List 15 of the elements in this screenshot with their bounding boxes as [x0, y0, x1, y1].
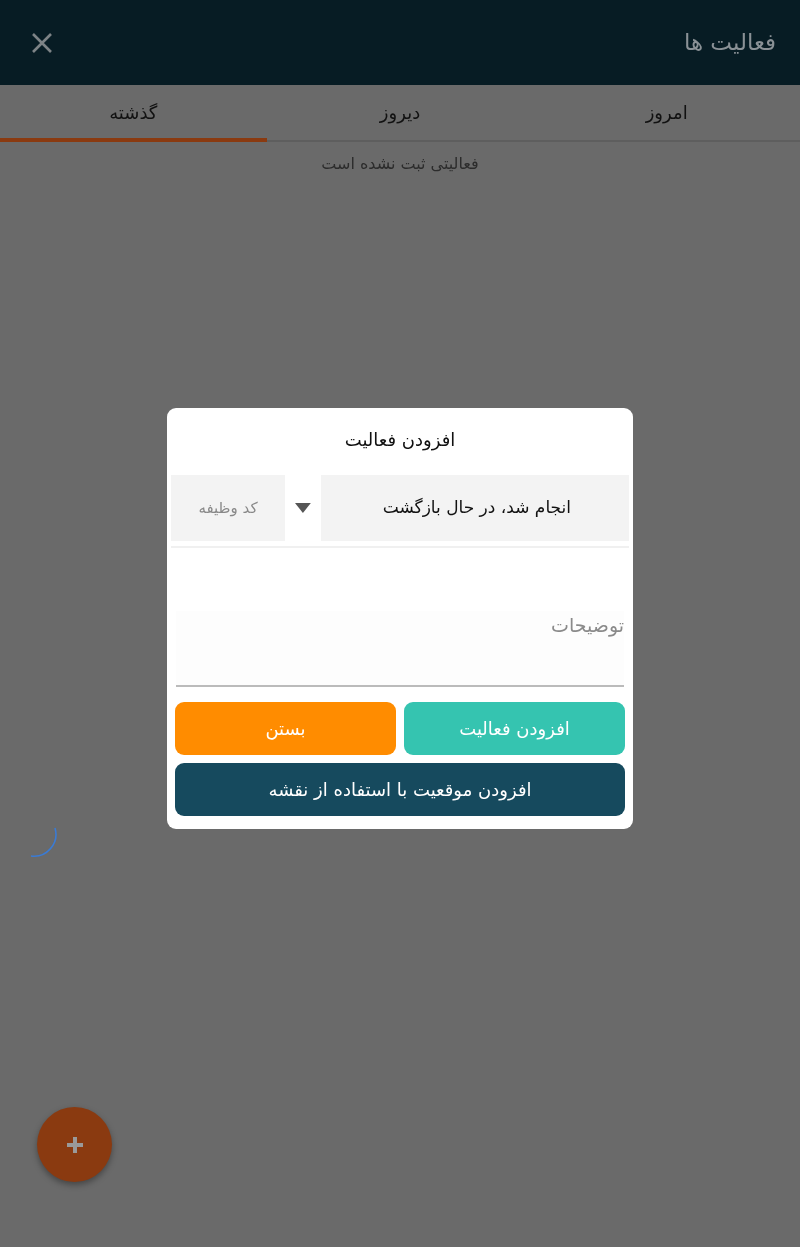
plus-icon	[64, 1134, 85, 1155]
dropdown-caret-icon[interactable]	[295, 503, 311, 513]
close-button[interactable]: بستن	[175, 702, 396, 755]
task-code-field[interactable]: کد وظیفه	[171, 475, 285, 541]
add-activity-button[interactable]: افزودن فعالیت	[404, 702, 625, 755]
tab[interactable]: گذشته	[0, 98, 267, 142]
tab[interactable]: امروز	[533, 98, 800, 142]
tab[interactable]: دیروز	[266, 98, 534, 142]
map-location-button[interactable]: افزودن موقعیت با استفاده از نقشه	[175, 763, 625, 816]
loading-spinner	[28, 826, 58, 858]
page-title: فعالیت ها	[683, 28, 776, 58]
empty-message: فعالیتی ثبت نشده است	[320, 153, 480, 175]
close-icon[interactable]	[30, 30, 54, 55]
status-select[interactable]: انجام شد، در حال بازگشت	[320, 475, 629, 541]
dialog-title: افزودن فعالیت	[343, 428, 457, 453]
